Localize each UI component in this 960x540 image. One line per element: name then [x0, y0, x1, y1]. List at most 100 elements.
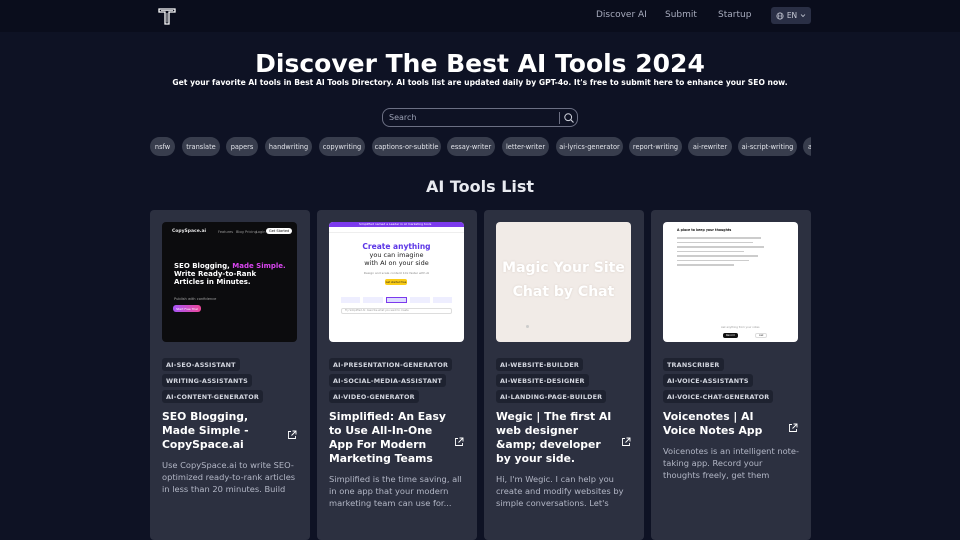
thumb-nav-item: Login: [256, 230, 266, 234]
thumb-record-button: Record: [723, 333, 738, 338]
thumb-note-line: [677, 237, 761, 239]
thumb-headline-line: with AI on your side: [364, 259, 429, 267]
tool-description: Use CopySpace.ai to write SEO-optimized …: [162, 460, 296, 495]
category-badge[interactable]: AI-LANDING-PAGE-BUILDER: [496, 390, 607, 403]
tool-description: Simplified is the time saving, all in on…: [329, 474, 462, 509]
thumb-note-line: [677, 264, 734, 266]
tool-screenshot: CopySpace.ai Features Blog Pricing Login…: [162, 222, 297, 342]
thumb-ask-button: Ask: [755, 333, 768, 338]
category-tags: nsfw translate papers handwriting copywr…: [150, 137, 811, 156]
page-subtitle: Get your favorite AI tools in Best AI To…: [172, 78, 788, 87]
thumb-cta: Get started free: [385, 279, 407, 285]
top-navbar: Discover AI Submit Startup EN: [0, 0, 960, 32]
search-input[interactable]: [389, 111, 549, 124]
thumb-headline-accent: Made Simple.: [232, 262, 286, 270]
thumb-subtext: Publish with confidence: [174, 297, 217, 301]
tag-pill[interactable]: ai: [803, 137, 811, 156]
nav-link-startup[interactable]: Startup: [718, 10, 751, 20]
thumb-headline: Create anything: [362, 242, 431, 251]
thumb-headline-part: SEO Blogging,: [174, 262, 230, 270]
tool-screenshot: Simplified named a Leader in AI marketin…: [329, 222, 464, 342]
thumb-toolbar: [341, 297, 453, 303]
category-badge[interactable]: AI-SEO-ASSISTANT: [162, 358, 240, 371]
category-badge[interactable]: AI-WEBSITE-DESIGNER: [496, 374, 589, 387]
category-badge[interactable]: AI-VOICE-CHAT-GENERATOR: [663, 390, 774, 403]
chevron-down-icon: [800, 14, 806, 18]
tool-card[interactable]: A place to keep your thoughts Ask anythi…: [651, 210, 811, 540]
external-link-icon[interactable]: [454, 437, 464, 447]
thumb-nav-item: Blog: [236, 230, 244, 234]
category-badge[interactable]: AI-WEBSITE-BUILDER: [496, 358, 584, 371]
tag-pill[interactable]: nsfw: [150, 137, 175, 156]
tag-pill[interactable]: ai-rewriter: [688, 137, 732, 156]
search-icon[interactable]: [563, 112, 575, 124]
thumb-toolbar-item: [363, 297, 383, 303]
thumb-toolbar-item: [385, 297, 408, 303]
external-link-icon[interactable]: [621, 437, 631, 447]
thumb-headline: Magic Your Site: [502, 260, 625, 276]
thumb-note-line: [677, 246, 765, 248]
tool-screenshot: Magic Your Site Chat by Chat: [496, 222, 631, 342]
thumb-note-line: [677, 241, 753, 243]
external-link-icon[interactable]: [788, 423, 798, 433]
tool-title[interactable]: Wegic | The first AI web designer &amp; …: [496, 410, 618, 466]
tool-description: Hi, I'm Wegic. I can help you create and…: [496, 474, 624, 509]
thumb-subtext: Design and scale content 10x faster with…: [363, 271, 430, 275]
tool-screenshot: A place to keep your thoughts Ask anythi…: [663, 222, 798, 342]
language-label: EN: [786, 11, 798, 20]
thumb-note-lines: [677, 234, 772, 266]
tool-card[interactable]: Simplified named a Leader in AI marketin…: [317, 210, 477, 540]
thumb-dot: [526, 325, 529, 328]
tag-pill[interactable]: copywriting: [319, 137, 365, 156]
page-title: Discover The Best AI Tools 2024: [255, 49, 705, 78]
tag-pill[interactable]: report-writing: [629, 137, 682, 156]
thumb-prompt: Ask anything from your notes: [721, 326, 760, 329]
thumb-toolbar-item: [410, 297, 430, 303]
thumb-navbar: [329, 227, 464, 233]
thumb-headline-line: you can imagine: [369, 251, 424, 259]
thumb-nav-item: Features: [218, 230, 234, 234]
nav-link-submit[interactable]: Submit: [665, 10, 697, 20]
category-badge[interactable]: AI-PRESENTATION-GENERATOR: [329, 358, 453, 371]
thumb-note-line: [677, 255, 758, 257]
thumb-cta: Get Started: [266, 228, 293, 234]
tag-pill[interactable]: ai-script-writing: [738, 137, 797, 156]
globe-icon: [776, 11, 784, 20]
tool-card[interactable]: CopySpace.ai Features Blog Pricing Login…: [150, 210, 310, 540]
tool-title[interactable]: Simplified: An Easy to Use All-In-One Ap…: [329, 410, 451, 466]
tag-pill[interactable]: ai-lyrics-generator: [556, 137, 623, 156]
thumb-toolbar-item: [432, 297, 453, 303]
tag-pill[interactable]: essay-writer: [447, 137, 495, 156]
category-badge[interactable]: AI-SOCIAL-MEDIA-ASSISTANT: [329, 374, 447, 387]
search-divider: [559, 112, 560, 124]
thumb-prompt: Try Simplified AI: describe what you wan…: [341, 308, 452, 314]
section-title: AI Tools List: [425, 177, 535, 196]
thumb-heading: A place to keep your thoughts: [677, 228, 732, 232]
thumb-button: Start Free Trial: [173, 305, 201, 312]
tag-pill[interactable]: letter-writer: [502, 137, 549, 156]
thumb-note-line: [677, 250, 744, 252]
nav-link-discover-ai[interactable]: Discover AI: [596, 10, 647, 20]
search-bar: [382, 108, 578, 127]
category-badge[interactable]: AI-CONTENT-GENERATOR: [162, 390, 263, 403]
thumb-toolbar-item: [341, 297, 361, 303]
category-badge[interactable]: TRANSCRIBER: [663, 358, 724, 371]
thumb-headline-line: Chat by Chat: [512, 284, 615, 300]
tool-title[interactable]: Voicenotes | AI Voice Notes App: [663, 410, 785, 438]
category-badge[interactable]: AI-VIDEO-GENERATOR: [329, 390, 419, 403]
external-link-icon[interactable]: [287, 430, 297, 440]
tag-pill[interactable]: handwriting: [265, 137, 312, 156]
thumb-note-line: [677, 259, 750, 261]
tag-pill[interactable]: captions-or-subtitle: [372, 137, 441, 156]
thumb-headline-part: Articles in Minutes.: [174, 278, 251, 286]
tag-pill[interactable]: papers: [226, 137, 258, 156]
category-badge[interactable]: AI-VOICE-ASSISTANTS: [663, 374, 753, 387]
category-badge[interactable]: WRITING-ASSISTANTS: [162, 374, 252, 387]
tag-pill[interactable]: translate: [182, 137, 220, 156]
logo-icon[interactable]: [157, 6, 177, 26]
thumb-headline: SEO Blogging, Made Simple. Write Ready-t…: [174, 262, 292, 286]
tool-card[interactable]: Magic Your Site Chat by Chat AI-WEBSITE-…: [484, 210, 644, 540]
tool-title[interactable]: SEO Blogging, Made Simple - CopySpace.ai: [162, 410, 284, 452]
language-selector[interactable]: EN: [771, 7, 811, 24]
thumb-headline-part: Write Ready-to-Rank: [174, 270, 257, 278]
